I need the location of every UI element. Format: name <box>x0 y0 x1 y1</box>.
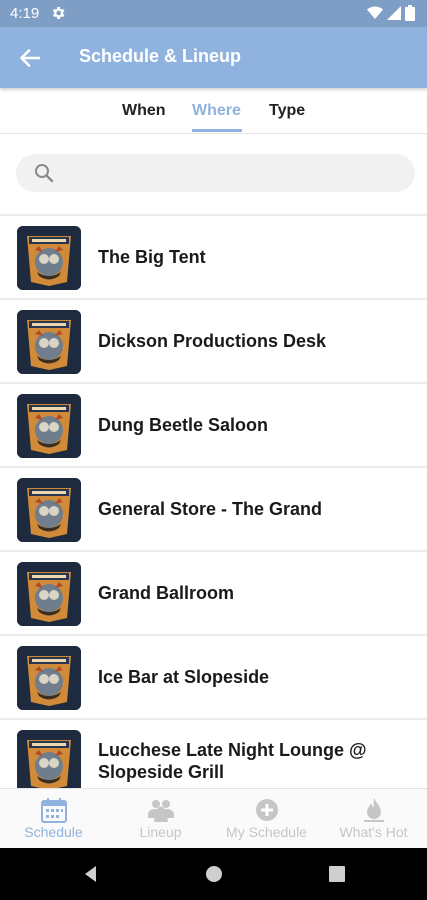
nav-my-schedule[interactable]: My Schedule <box>213 789 320 849</box>
list-item[interactable]: Ice Bar at Slopeside <box>0 636 427 720</box>
nav-lineup[interactable]: Lineup <box>107 789 214 849</box>
festival-logo-icon <box>17 730 81 788</box>
venue-list: The Big Tent Dickson Productions Desk Du… <box>0 214 427 788</box>
status-icons <box>367 5 415 21</box>
system-nav-bar <box>0 848 427 900</box>
festival-logo-icon <box>17 646 81 710</box>
nav-label: Schedule <box>24 824 83 840</box>
tab-bar: When Where Type <box>0 88 427 134</box>
nav-label: What's Hot <box>339 824 408 840</box>
venue-thumbnail <box>17 394 81 458</box>
tab-where[interactable]: Where <box>192 102 241 120</box>
venue-name: Ice Bar at Slopeside <box>98 667 270 687</box>
search-input[interactable] <box>66 154 396 192</box>
search-icon <box>35 164 54 183</box>
nav-label: Lineup <box>139 824 182 840</box>
signal-icon <box>387 6 401 20</box>
flame-icon <box>363 798 384 822</box>
venue-thumbnail <box>17 562 81 626</box>
list-item[interactable]: The Big Tent <box>0 216 427 300</box>
system-home-icon[interactable] <box>204 864 224 884</box>
festival-logo-icon <box>17 478 81 542</box>
list-item[interactable]: General Store - The Grand <box>0 468 427 552</box>
venue-name: Dickson Productions Desk <box>98 331 327 351</box>
venue-name: Lucchese Late Night Lounge @ Slopeside G… <box>98 740 367 782</box>
festival-logo-icon <box>17 562 81 626</box>
list-item[interactable]: Lucchese Late Night Lounge @ Slopeside G… <box>0 720 427 788</box>
battery-icon <box>405 5 415 21</box>
status-bar: 4:19 <box>0 0 427 27</box>
add-circle-icon <box>255 799 278 821</box>
nav-label: My Schedule <box>226 824 307 840</box>
status-time: 4:19 <box>10 5 40 22</box>
wifi-icon <box>367 6 383 19</box>
festival-logo-icon <box>17 226 81 290</box>
festival-logo-icon <box>17 310 81 374</box>
system-back-icon[interactable] <box>81 864 101 884</box>
system-recents-icon[interactable] <box>327 864 347 884</box>
venue-name: Dung Beetle Saloon <box>98 415 269 435</box>
page-title: Schedule & Lineup <box>79 46 242 66</box>
back-button[interactable] <box>14 42 46 74</box>
venue-thumbnail <box>17 226 81 290</box>
search-bar[interactable] <box>16 154 415 192</box>
list-item[interactable]: Dung Beetle Saloon <box>0 384 427 468</box>
nav-schedule[interactable]: Schedule <box>0 789 107 849</box>
people-icon <box>147 800 174 822</box>
tab-type[interactable]: Type <box>269 102 305 120</box>
venue-thumbnail <box>17 310 81 374</box>
list-item[interactable]: Grand Ballroom <box>0 552 427 636</box>
venue-thumbnail <box>17 646 81 710</box>
calendar-icon <box>40 798 67 823</box>
nav-whats-hot[interactable]: What's Hot <box>320 789 427 849</box>
venue-thumbnail <box>17 730 81 788</box>
venue-name: General Store - The Grand <box>98 499 323 519</box>
venue-name: Grand Ballroom <box>98 583 235 603</box>
list-item[interactable]: Dickson Productions Desk <box>0 300 427 384</box>
venue-thumbnail <box>17 478 81 542</box>
arrow-back-icon <box>20 49 40 67</box>
tab-indicator <box>192 129 242 132</box>
venue-name: The Big Tent <box>98 247 206 267</box>
tab-when[interactable]: When <box>122 102 166 120</box>
bottom-nav: Schedule Lineup My Schedule What's Hot <box>0 788 427 848</box>
settings-icon <box>52 7 65 19</box>
app-bar: Schedule & Lineup <box>0 27 427 88</box>
festival-logo-icon <box>17 394 81 458</box>
